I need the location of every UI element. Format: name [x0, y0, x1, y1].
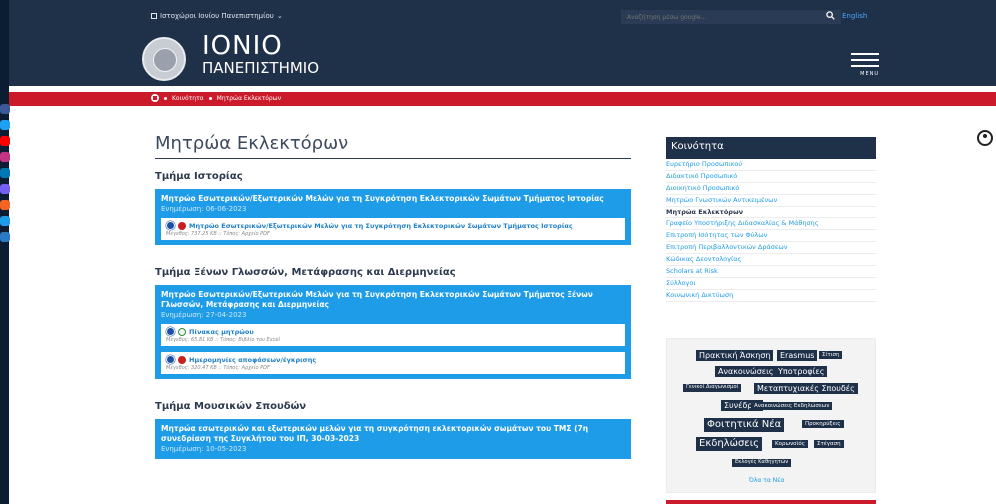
search-icon[interactable]: [826, 11, 835, 20]
all-news-link[interactable]: Όλα τα Νέα: [749, 477, 784, 484]
file-link[interactable]: Πίνακας μητρώου: [189, 328, 254, 336]
card-title[interactable]: Μητρώο Εσωτερικών/Εξωτερικών Μελών για τ…: [161, 290, 625, 310]
sidebar-item[interactable]: Μητρώα Εκλεκτόρων: [666, 207, 876, 219]
sidebar-item[interactable]: Σύλλογοι: [666, 278, 876, 290]
card-updated: Ενημέρωση: 10-05-2023: [161, 445, 247, 453]
sidebar-item[interactable]: Scholars at Risk: [666, 266, 876, 278]
tag-link[interactable]: Φοιτητικά Νέα: [704, 418, 785, 432]
section-title-music: Τμήμα Μουσικών Σπουδών: [155, 401, 307, 412]
registry-card: Μητρώο Εσωτερικών/Εξωτερικών Μελών για τ…: [155, 285, 631, 379]
search-input[interactable]: [621, 10, 841, 24]
sidebar-item[interactable]: Ευρετήριο Προσωπικού: [666, 159, 876, 171]
tag-link[interactable]: Πρακτική Άσκηση: [696, 350, 774, 362]
app-icon[interactable]: [0, 232, 10, 242]
section-title-history: Τμήμα Ιστορίας: [155, 171, 243, 182]
registry-card: Μητρώα εσωτερικών και εξωτερικών μελών γ…: [155, 419, 631, 459]
card-updated: Ενημέρωση: 06-06-2023: [161, 205, 247, 213]
sidebar-item[interactable]: Επιτροπή Ισότητας των Φύλων: [666, 230, 876, 243]
breadcrumb: Κοινότητα Μητρώα Εκλεκτόρων: [151, 94, 281, 102]
linkedin-icon[interactable]: [0, 168, 10, 178]
instagram-icon[interactable]: [0, 152, 10, 162]
viber-icon[interactable]: [0, 184, 10, 194]
site-header: Ιστοχώροι Ιονίου Πανεπιστημίου ⌄ English…: [9, 0, 996, 86]
greek-flag-icon: [166, 355, 175, 364]
play-icon[interactable]: [0, 216, 10, 226]
file-item: Μητρώο Εσωτερικών/Εξωτερικών Μελών για τ…: [161, 218, 625, 240]
registry-card: Μητρώο Εσωτερικών/Εξωτερικών Μελών για τ…: [155, 189, 631, 245]
greek-flag-icon: [166, 327, 175, 336]
chevron-down-icon: ⌄: [276, 12, 283, 20]
excel-icon: [178, 327, 186, 336]
breadcrumb-community[interactable]: Κοινότητα: [172, 95, 204, 102]
bullet-icon: [164, 96, 167, 100]
pdf-icon: [178, 221, 186, 230]
file-item: Πίνακας μητρώου Μέγεθος: 65.81 KB :: Τύπ…: [161, 324, 625, 346]
sidebar-item[interactable]: Μητρώο Γνωστικών Αντικειμένων: [666, 195, 876, 207]
rss-icon[interactable]: [0, 200, 10, 210]
file-item: Ημερομηνίες αποφάσεων/έγκρισης Μέγεθος: …: [161, 352, 625, 374]
tag-cloud: Όλα τα Νέα Πρακτική Άσκηση Erasmus Σίτιση Α…: [666, 338, 876, 493]
card-title[interactable]: Μητρώο Εσωτερικών/Εξωτερικών Μελών για τ…: [161, 194, 625, 204]
tag-link[interactable]: Προκηρύξεις: [802, 420, 844, 429]
sidebar-item[interactable]: Διδακτικό Προσωπικό: [666, 171, 876, 183]
sites-menu-label: Ιστοχώροι Ιονίου Πανεπιστημίου: [160, 12, 274, 20]
file-meta: Μέγεθος: 737.25 KB :: Τύπος: Αρχείο PDF: [166, 231, 270, 237]
logo-title[interactable]: ΙΟΝΙΟ: [202, 33, 283, 59]
greek-flag-icon: [166, 221, 175, 230]
menu-button[interactable]: MENU: [851, 53, 879, 85]
file-meta: Μέγεθος: 65.81 KB :: Τύπος: Βιβλίο του E…: [166, 337, 280, 343]
sidebar-title: Κοινότητα: [666, 137, 876, 159]
tag-link[interactable]: Ανακοινώσεις: [715, 366, 777, 378]
tag-link[interactable]: Σίτιση: [819, 351, 843, 360]
card-title[interactable]: Μητρώα εσωτερικών και εξωτερικών μελών γ…: [161, 424, 625, 444]
tag-link[interactable]: Ανακοινώσεις Εκδηλώσεων: [751, 402, 833, 411]
sidebar-red-strip: [666, 500, 876, 504]
file-meta: Μέγεθος: 320.47 KB :: Τύπος: Αρχείο PDF: [166, 365, 270, 371]
home-icon[interactable]: [151, 94, 159, 102]
tag-link[interactable]: Στέγαση: [814, 440, 844, 449]
section-title-languages: Τμήμα Ξένων Γλωσσών, Μετάφρασης και Διερ…: [155, 267, 456, 278]
breadcrumb-current: Μητρώα Εκλεκτόρων: [216, 94, 282, 102]
hamburger-icon: [851, 53, 879, 55]
page-title: Μητρώα Εκλεκτόρων: [155, 133, 631, 159]
sites-menu[interactable]: Ιστοχώροι Ιονίου Πανεπιστημίου ⌄: [151, 12, 283, 20]
page: Ιστοχώροι Ιονίου Πανεπιστημίου ⌄ English…: [9, 0, 996, 504]
accessibility-icon[interactable]: [977, 130, 993, 146]
tag-link[interactable]: Μεταπτυχιακές Σπουδές: [754, 383, 858, 395]
tag-link[interactable]: Υποτροφίες: [775, 366, 828, 378]
youtube-icon[interactable]: [0, 136, 10, 146]
tag-link[interactable]: Erasmus: [777, 350, 818, 362]
pdf-icon: [178, 355, 186, 364]
university-seal-icon[interactable]: [142, 37, 186, 81]
tag-link[interactable]: Γενικοί Διαγωνισμοί: [683, 384, 742, 392]
card-updated: Ενημέρωση: 27-04-2023: [161, 311, 247, 319]
main-content: Μητρώα Εκλεκτόρων Τμήμα Ιστορίας Μητρώο …: [155, 133, 631, 459]
sidebar-item[interactable]: Διοικητικό Προσωπικό: [666, 183, 876, 195]
twitter-icon[interactable]: [0, 120, 10, 130]
facebook-icon[interactable]: [0, 104, 10, 114]
sidebar-item[interactable]: Κοινωνική Δικτύωση: [666, 290, 876, 302]
bullet-icon: [208, 96, 212, 100]
tag-link[interactable]: Εκδηλώσεις: [696, 437, 762, 451]
tag-link[interactable]: Κορωνοϊός: [772, 440, 808, 449]
sidebar-list: Ευρετήριο Προσωπικού Διδακτικό Προσωπικό Δ…: [666, 159, 876, 302]
sidebar: Κοινότητα Ευρετήριο Προσωπικού Διδακτικό …: [666, 137, 876, 302]
menu-label: MENU: [860, 71, 879, 77]
sidebar-item[interactable]: Γραφείο Υποστήριξης Διδασκαλίας & Μάθηση…: [666, 218, 876, 231]
breadcrumb-bar: Κοινότητα Μητρώα Εκλεκτόρων: [9, 92, 996, 106]
social-links: [0, 104, 11, 248]
file-link[interactable]: Μητρώο Εσωτερικών/Εξωτερικών Μελών για τ…: [189, 222, 573, 230]
english-link[interactable]: English: [842, 12, 867, 20]
grid-icon: [151, 13, 157, 19]
file-link[interactable]: Ημερομηνίες αποφάσεων/έγκρισης: [189, 356, 316, 364]
sidebar-item[interactable]: Κώδικας Δεοντολογίας: [666, 254, 876, 267]
logo-subtitle[interactable]: ΠΑΝΕΠΙΣΤΗΜΙΟ: [202, 60, 319, 76]
tag-link[interactable]: Εκλογές Καθηγητών: [732, 459, 792, 467]
sidebar-item[interactable]: Επιτροπή Περιβαλλοντικών Δράσεων: [666, 242, 876, 255]
